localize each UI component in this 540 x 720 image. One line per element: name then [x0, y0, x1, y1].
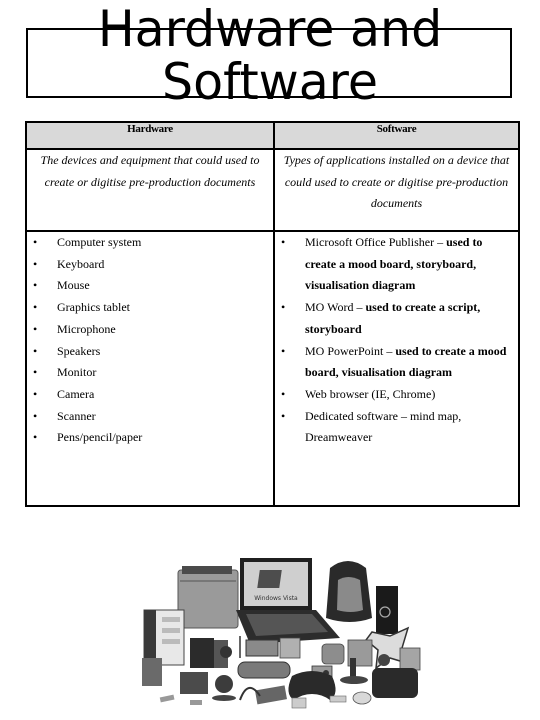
bullet-icon: • [281, 235, 286, 249]
hardware-list-cell: • Computer system • Keyboard • Mouse • Graphics… [25, 230, 275, 507]
bullet-icon: • [33, 365, 38, 380]
hardware-list-item: • Keyboard [27, 254, 273, 276]
hardware-list-item: • Microphone [27, 319, 273, 341]
backpack-icon [326, 561, 372, 622]
modem-icon [245, 639, 279, 657]
gamepad-icon [288, 671, 336, 700]
hardware-list-item: • Speakers [27, 341, 273, 363]
bullet-icon: • [33, 300, 38, 315]
hardware-item-text: Keyboard [57, 256, 105, 271]
media-tower-icon [376, 586, 398, 634]
bullet-icon: • [33, 256, 38, 271]
software-list-item: • Microsoft Office Publisher – used to cr… [275, 232, 518, 297]
software-list-item: • MO Word – used to create a script, stor… [275, 297, 518, 340]
hardware-item-text: Mouse [57, 278, 90, 293]
bullet-icon: • [33, 386, 38, 401]
software-description: Types of applications installed on a dev… [273, 148, 520, 232]
header-software: Software [273, 121, 520, 150]
speakers-icon [190, 638, 232, 668]
carry-case-icon [372, 668, 418, 698]
header-hardware: Hardware [25, 121, 275, 150]
bullet-icon: • [33, 278, 38, 293]
list-row: • Computer system • Keyboard • Mouse • Graphics… [25, 230, 520, 507]
description-row: The devices and equipment that could use… [25, 148, 520, 232]
hardware-list-item: • Mouse [27, 275, 273, 297]
hardware-list-item: • Pens/pencil/paper [27, 427, 273, 449]
page-title: Hardware and Software [5, 0, 534, 109]
hardware-item-text: Graphics tablet [57, 300, 130, 315]
title-line-2: Software [161, 53, 378, 111]
software-name: MO Word – [305, 300, 366, 315]
software-name: Microsoft Office Publisher – [305, 235, 447, 249]
hardware-collage-image: Windows Vista [142, 558, 421, 709]
hardware-list-item: • Computer system [27, 232, 273, 254]
bullet-icon: • [33, 235, 38, 249]
hardware-list-item: • Camera [27, 384, 273, 406]
bullet-icon: • [33, 430, 38, 445]
usb-stick-icon [159, 694, 347, 709]
software-name: Web browser (IE, Chrome) [305, 386, 436, 401]
bullet-icon: • [281, 386, 286, 401]
mouse-icon [352, 691, 372, 705]
hardware-list-item: • Monitor [27, 362, 273, 384]
software-list-item: • Dedicated software – mind map, Dreamwea… [275, 406, 518, 449]
software-name: Dedicated software – mind map, Dreamweav… [305, 408, 462, 445]
bullet-icon: • [281, 300, 286, 315]
hardware-item-text: Computer system [57, 235, 142, 249]
hardware-item-text: Speakers [57, 343, 101, 358]
printer-icon [177, 566, 239, 629]
hardware-item-text: Scanner [57, 408, 96, 423]
hardware-item-text: Pens/pencil/paper [57, 430, 143, 445]
bullet-icon: • [33, 408, 38, 423]
software-name: MO PowerPoint – [305, 343, 396, 358]
hardware-list-item: • Scanner [27, 406, 273, 428]
external-drive-icon [321, 643, 345, 665]
hardware-list-item: • Graphics tablet [27, 297, 273, 319]
software-list-item: • Web browser (IE, Chrome) [275, 384, 518, 406]
software-list-cell: • Microsoft Office Publisher – used to cr… [273, 230, 520, 507]
software-list: • Microsoft Office Publisher – used to cr… [275, 232, 518, 449]
bullet-icon: • [33, 343, 38, 358]
bullet-icon: • [281, 343, 286, 358]
hardware-item-text: Camera [57, 386, 95, 401]
hardware-item-text: Monitor [57, 365, 97, 380]
hardware-software-table: Hardware Software The devices and equipm… [25, 121, 520, 507]
software-list-item: • MO PowerPoint – used to create a mood b… [275, 341, 518, 384]
laptop-screen-text: Windows Vista [254, 595, 298, 602]
pc-tower-icon [143, 609, 185, 666]
hardware-description: The devices and equipment that could use… [25, 148, 275, 232]
hardware-item-text: Microphone [57, 321, 116, 336]
header-row: Hardware Software [25, 121, 520, 150]
hardware-list: • Computer system • Keyboard • Mouse • Graphics… [27, 232, 273, 449]
laptop-icon: Windows Vista [236, 558, 340, 644]
bullet-icon: • [33, 321, 38, 336]
bullet-icon: • [281, 408, 286, 423]
title-line-1: Hardware and [97, 0, 443, 58]
